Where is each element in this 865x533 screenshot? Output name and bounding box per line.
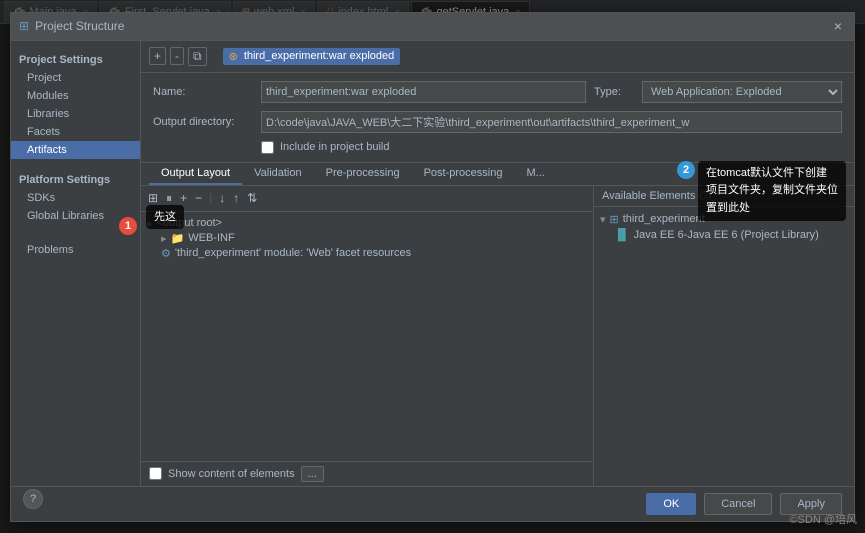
output-dir-row: Output directory: [153, 111, 842, 133]
sidebar-item-artifacts[interactable]: Artifacts [11, 141, 140, 159]
artifact-toolbar: + - ⧉ ⊛ third_experiment:war exploded [141, 41, 854, 73]
library-icon: ▐▌ [614, 229, 630, 241]
dialog-footer: OK Cancel Apply [11, 486, 854, 521]
move-down-button[interactable]: ↓ [216, 190, 228, 206]
include-build-row: Include in project build [153, 141, 842, 154]
module-icon: ⊞ [610, 213, 619, 226]
sidebar: Project Settings Project Modules Librari… [11, 41, 141, 486]
tab-pre-processing[interactable]: Pre-processing [314, 163, 412, 185]
project-settings-section: Project Settings Project Modules Librari… [11, 49, 140, 161]
pause-button[interactable]: ⏸ [163, 190, 175, 207]
web-inf-expand-icon: ▸ [161, 232, 167, 245]
sidebar-item-modules[interactable]: Modules [11, 87, 140, 105]
tree-item-web-inf[interactable]: ▸ 📁 WEB-INF [145, 231, 589, 246]
watermark: ©SDN @培风 [789, 511, 857, 527]
artifact-item[interactable]: ⊛ third_experiment:war exploded [223, 48, 401, 65]
main-content: + - ⧉ ⊛ third_experiment:war exploded [141, 41, 854, 486]
left-pane-tree: ▸ <output root> ▸ 📁 WEB-INF ⚙ 'third_exp… [141, 212, 593, 461]
resource-icon: ⚙ [161, 247, 171, 260]
dialog-title-bar: ⊞ Project Structure × [11, 13, 854, 41]
badge-1: 1 [119, 217, 137, 235]
left-pane-toolbar: ⊞ ⏸ + − | ↓ ↑ ⇅ [141, 186, 593, 212]
other-section: Problems [11, 239, 140, 261]
output-dir-input[interactable] [261, 111, 842, 133]
cancel-button[interactable]: Cancel [704, 493, 772, 515]
show-content-options-button[interactable]: ... [301, 466, 324, 482]
output-dir-label: Output directory: [153, 116, 253, 128]
sidebar-item-sdks[interactable]: SDKs [11, 189, 140, 207]
dialog-title: ⊞ Project Structure [19, 19, 124, 33]
two-pane-area: ⊞ ⏸ + − | ↓ ↑ ⇅ ▸ <output roo [141, 186, 854, 486]
help-button[interactable]: ? [23, 489, 43, 509]
ok-button[interactable]: OK [646, 493, 696, 515]
show-content-row: Show content of elements ... [141, 461, 593, 486]
web-inf-label: WEB-INF [188, 232, 234, 244]
show-content-checkbox[interactable] [149, 467, 162, 480]
include-build-label: Include in project build [280, 141, 389, 153]
sidebar-item-libraries[interactable]: Libraries [11, 105, 140, 123]
copy-artifact-button[interactable]: ⧉ [188, 47, 207, 66]
dialog-overlay: ⊞ Project Structure × Project Settings P… [0, 0, 865, 533]
group-expand-icon: ▾ [600, 213, 606, 226]
include-build-checkbox[interactable] [261, 141, 274, 154]
tab-validation[interactable]: Validation [242, 163, 314, 185]
right-pane: Available Elements (?) ▾ ⊞ third_experim… [594, 186, 854, 486]
annotation-note-1: 先这 [146, 205, 184, 230]
module-label: third_experiment [623, 213, 705, 225]
tab-more[interactable]: M... [514, 163, 556, 185]
remove-artifact-button[interactable]: - [170, 47, 184, 65]
right-pane-tree: ▾ ⊞ third_experiment ▐▌ Java EE 6-Java E… [594, 207, 854, 486]
project-settings-title: Project Settings [11, 51, 140, 69]
sidebar-item-facets[interactable]: Facets [11, 123, 140, 141]
platform-settings-section: Platform Settings SDKs Global Libraries [11, 169, 140, 227]
artifact-item-icon: ⊛ [229, 50, 238, 63]
show-options-button[interactable]: ⊞ [145, 190, 161, 206]
move-up-button[interactable]: ↑ [230, 190, 242, 206]
tab-output-layout[interactable]: Output Layout [149, 163, 242, 185]
folder-icon: 📁 [171, 232, 185, 245]
tree-item-output-root[interactable]: ▸ <output root> [145, 216, 589, 231]
artifact-config: Name: Type: Web Application: Exploded Ou… [141, 73, 854, 163]
project-structure-dialog: ⊞ Project Structure × Project Settings P… [10, 12, 855, 522]
sidebar-item-project[interactable]: Project [11, 69, 140, 87]
tree-item-facet-resources[interactable]: ⚙ 'third_experiment' module: 'Web' facet… [145, 246, 589, 261]
remove-element-button[interactable]: − [192, 190, 205, 206]
facet-resources-label: 'third_experiment' module: 'Web' facet r… [175, 247, 411, 259]
name-row: Name: Type: Web Application: Exploded [153, 81, 842, 103]
name-input[interactable] [261, 81, 586, 103]
badge-2: 2 [677, 161, 695, 179]
left-pane: ⊞ ⏸ + − | ↓ ↑ ⇅ ▸ <output roo [141, 186, 594, 486]
add-element-button[interactable]: + [177, 190, 190, 206]
project-structure-icon: ⊞ [19, 19, 29, 33]
sidebar-item-problems[interactable]: Problems [11, 241, 140, 259]
type-select[interactable]: Web Application: Exploded [642, 81, 842, 103]
show-content-label: Show content of elements [168, 468, 295, 480]
available-elements-label: Available Elements [602, 190, 695, 202]
sort-button[interactable]: ⇅ [244, 190, 260, 206]
type-label: Type: [594, 86, 634, 98]
avail-item-java-ee[interactable]: ▐▌ Java EE 6-Java EE 6 (Project Library) [598, 228, 850, 242]
platform-settings-title: Platform Settings [11, 171, 140, 189]
annotation-note-2: 在tomcat默认文件下创建项目文件夹，复制文件夹位置到此处 [698, 161, 846, 222]
dialog-close-button[interactable]: × [830, 18, 846, 34]
tab-post-processing[interactable]: Post-processing [412, 163, 515, 185]
library-label: Java EE 6-Java EE 6 (Project Library) [634, 229, 819, 241]
name-label: Name: [153, 86, 253, 98]
dialog-body: Project Settings Project Modules Librari… [11, 41, 854, 486]
add-artifact-button[interactable]: + [149, 47, 166, 65]
